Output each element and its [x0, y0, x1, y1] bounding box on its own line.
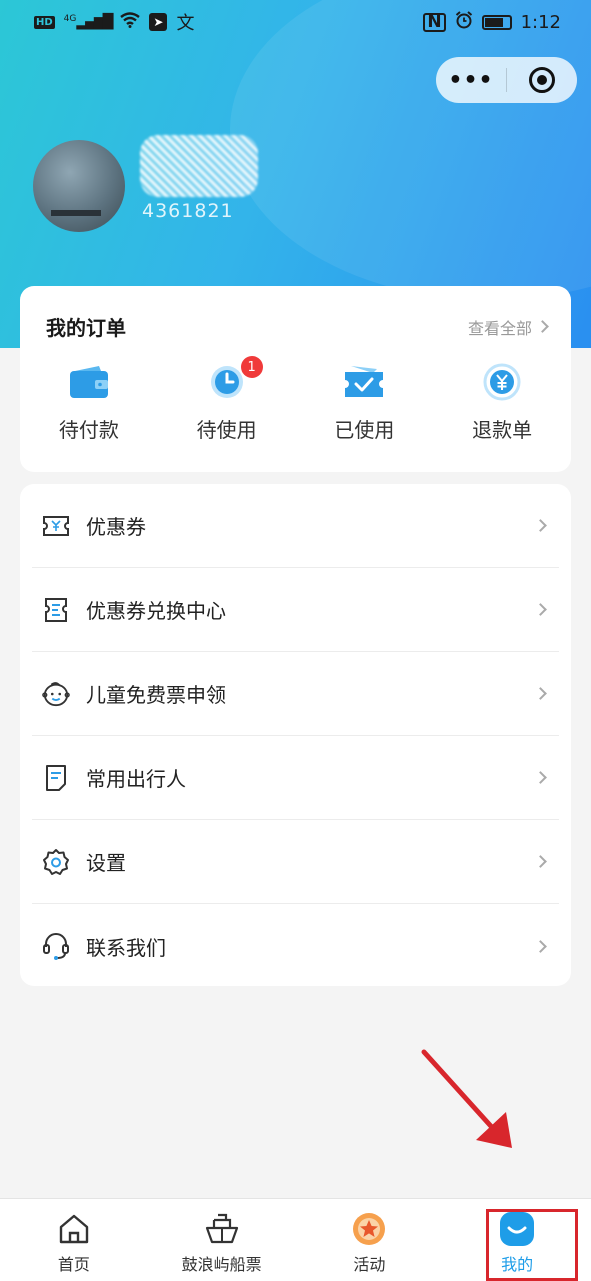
annotation-highlight-box: [486, 1209, 578, 1281]
menu-card: 优惠券 优惠券兑换中心 儿童免费票申领 常用出行人 设置 联系我们: [20, 484, 571, 986]
miniprogram-capsule: •••: [436, 57, 577, 103]
close-miniprogram-button[interactable]: [507, 67, 577, 93]
tab-activities[interactable]: 活动: [296, 1199, 444, 1281]
pending-count-badge: 1: [240, 356, 263, 378]
input-method-icon: 文: [176, 13, 195, 34]
menu-item-coupon-exchange[interactable]: 优惠券兑换中心: [32, 568, 559, 652]
chevron-right-icon: [534, 771, 547, 784]
signal-icon: 4G▂▄▆█: [63, 14, 114, 30]
menu-label: 联系我们: [86, 935, 166, 960]
coupon-icon: [42, 512, 70, 540]
order-label: 已使用: [334, 418, 395, 442]
status-right: N 1:12: [423, 10, 561, 34]
order-used[interactable]: 已使用: [296, 362, 434, 443]
order-status-row: 待付款 1 待使用 已使用 退款单: [20, 356, 571, 443]
menu-item-settings[interactable]: 设置: [32, 820, 559, 904]
chevron-right-icon: [534, 519, 547, 532]
activity-star-icon: [351, 1211, 387, 1247]
alarm-icon: [455, 10, 473, 34]
orders-title: 我的订单: [46, 316, 126, 340]
tab-label: 活动: [353, 1255, 386, 1274]
ticket-check-icon: [342, 362, 386, 402]
wifi-icon: [120, 11, 141, 33]
refund-icon: [480, 362, 524, 402]
nfc-icon: N: [423, 12, 446, 32]
clock-icon: 1: [205, 356, 263, 402]
menu-item-contact-us[interactable]: 联系我们: [32, 904, 559, 988]
menu-label: 常用出行人: [86, 767, 186, 791]
exchange-icon: [42, 596, 70, 624]
view-all-orders-link[interactable]: 查看全部: [467, 315, 549, 339]
annotation-arrow: [421, 1049, 512, 1148]
wallet-icon: [67, 362, 111, 402]
tab-ferry-tickets[interactable]: 鼓浪屿船票: [148, 1199, 296, 1281]
my-orders-card: 我的订单 查看全部 待付款 1 待使用 已使用 退款单: [20, 286, 571, 472]
hd-indicator: HD: [34, 15, 55, 29]
chevron-right-icon: [534, 687, 547, 700]
headset-icon: [42, 932, 70, 960]
traveler-doc-icon: [42, 764, 70, 792]
orders-header: 我的订单 查看全部: [46, 312, 549, 341]
battery-icon: [481, 14, 512, 30]
tab-label: 首页: [57, 1255, 90, 1274]
status-left: HD 4G▂▄▆█ ➤ 文: [34, 9, 194, 35]
order-to-use[interactable]: 1 待使用: [158, 356, 296, 443]
tab-home[interactable]: 首页: [0, 1199, 148, 1281]
home-icon: [56, 1211, 92, 1247]
menu-item-coupons[interactable]: 优惠券: [32, 484, 559, 568]
order-label: 待付款: [58, 418, 119, 442]
menu-item-frequent-travelers[interactable]: 常用出行人: [32, 736, 559, 820]
menu-label: 设置: [86, 851, 126, 875]
status-time: 1:12: [520, 11, 561, 33]
order-label: 待使用: [196, 418, 257, 442]
view-all-label: 查看全部: [467, 318, 532, 338]
chevron-right-icon: [534, 855, 547, 868]
order-refund[interactable]: 退款单: [433, 362, 571, 443]
order-label: 退款单: [472, 418, 533, 442]
menu-label: 优惠券兑换中心: [86, 599, 226, 623]
app-icon: ➤: [149, 13, 168, 31]
chevron-right-icon: [534, 603, 547, 616]
avatar[interactable]: [33, 140, 125, 232]
menu-label: 儿童免费票申领: [86, 683, 226, 707]
status-bar: HD 4G▂▄▆█ ➤ 文 N 1:12: [0, 0, 591, 44]
tab-label: 鼓浪屿船票: [181, 1255, 262, 1274]
chevron-right-icon: [536, 320, 549, 333]
gear-icon: [42, 848, 70, 876]
child-face-icon: [42, 680, 70, 708]
menu-label: 优惠券: [86, 515, 146, 539]
menu-item-child-ticket[interactable]: 儿童免费票申领: [32, 652, 559, 736]
target-circle-icon: [529, 67, 555, 93]
nickname-redacted: [140, 135, 258, 197]
user-id: 4361821: [142, 200, 234, 222]
ship-icon: [204, 1211, 240, 1247]
header-decoration: [230, 0, 591, 300]
order-pending-payment[interactable]: 待付款: [20, 362, 158, 443]
chevron-right-icon: [534, 939, 547, 953]
more-button[interactable]: •••: [436, 68, 506, 93]
